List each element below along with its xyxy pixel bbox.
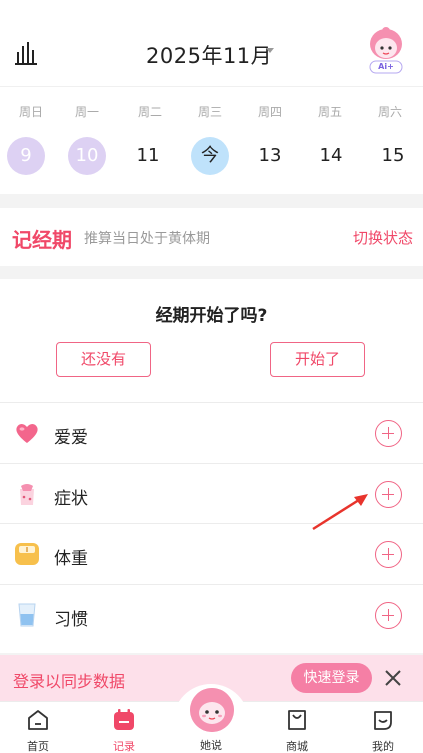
day-cell[interactable]: 11 <box>129 137 167 175</box>
day-cell[interactable]: 10 <box>68 137 106 175</box>
add-love-button[interactable] <box>375 420 402 447</box>
week-strip: 周日 周一 周二 周三 周四 周五 周六 9 10 11 今 13 14 15 <box>0 86 423 194</box>
not-yet-button[interactable]: 还没有 <box>56 342 151 377</box>
nav-item-mine[interactable]: 我的 <box>353 702 413 753</box>
day-cell-today[interactable]: 今 <box>191 137 229 175</box>
nav-label: 她说 <box>200 739 222 752</box>
add-weight-button[interactable] <box>375 541 402 568</box>
stats-icon[interactable] <box>12 40 38 66</box>
month-title[interactable]: 2025年11月 <box>146 40 272 70</box>
nav-item-mall[interactable]: 商城 <box>267 702 327 753</box>
annotation-arrow-icon <box>312 494 368 531</box>
list-item-love[interactable]: 爱爱 <box>0 403 423 463</box>
weekday-label: 周日 <box>18 105 43 119</box>
day-cell[interactable]: 15 <box>374 137 412 175</box>
list-item-weight[interactable]: 体重 <box>0 524 423 584</box>
item-label: 习惯 <box>54 610 88 630</box>
list-item-habit[interactable]: 习惯 <box>0 585 423 645</box>
heart-icon <box>16 424 38 443</box>
profile-icon <box>374 711 392 730</box>
record-card: 经期开始了吗? 还没有 开始了 爱爱 症状 体重 习惯 <box>0 279 423 653</box>
nav-label: 首页 <box>27 740 49 753</box>
period-question: 经期开始了吗? <box>155 306 268 326</box>
scale-icon <box>15 543 39 565</box>
add-habit-button[interactable] <box>375 602 402 629</box>
shopping-bag-icon <box>288 710 306 730</box>
header: 2025年11月 Ai+ <box>0 0 423 86</box>
ai-badge-label: Ai+ <box>378 62 394 71</box>
started-button[interactable]: 开始了 <box>270 342 365 377</box>
quick-login-button[interactable]: 快速登录 <box>291 663 372 693</box>
weekday-label: 周六 <box>377 105 402 119</box>
day-cell[interactable]: 14 <box>312 137 350 175</box>
mascot-icon <box>190 688 234 732</box>
day-cell[interactable]: 9 <box>7 137 45 175</box>
item-label: 爱爱 <box>54 428 88 448</box>
symptom-icon <box>20 484 34 505</box>
nav-item-record[interactable]: 记录 <box>94 702 154 753</box>
app-screen: 2025年11月 Ai+ 周日 周一 周二 周三 周四 周五 周六 9 10 1… <box>0 0 423 753</box>
weekday-label: 周一 <box>74 105 99 119</box>
nav-label: 商城 <box>286 740 308 753</box>
she-says-avatar-icon[interactable] <box>190 688 234 732</box>
chevron-down-icon[interactable] <box>266 48 274 53</box>
nav-label: 我的 <box>372 740 394 753</box>
water-cup-icon <box>18 603 36 627</box>
login-prompt: 登录以同步数据 <box>13 672 126 691</box>
ai-assistant-avatar[interactable]: Ai+ <box>366 26 406 76</box>
nav-label: 记录 <box>113 740 135 753</box>
weekday-label: 周二 <box>137 105 162 119</box>
item-label: 体重 <box>54 549 88 569</box>
weekday-label: 周五 <box>317 105 342 119</box>
weekday-label: 周四 <box>257 105 282 119</box>
add-symptom-button[interactable] <box>375 481 402 508</box>
day-cell[interactable]: 13 <box>251 137 289 175</box>
item-label: 症状 <box>54 489 88 509</box>
switch-state-button[interactable]: 切换状态 <box>353 227 413 248</box>
close-icon[interactable] <box>382 667 404 689</box>
nav-item-home[interactable]: 首页 <box>8 702 68 753</box>
period-subtitle: 推算当日处于黄体期 <box>84 231 210 247</box>
period-section: 记经期 推算当日处于黄体期 切换状态 <box>0 208 423 266</box>
period-title: 记经期 <box>12 228 72 252</box>
calendar-icon <box>114 709 134 730</box>
weekday-label: 周三 <box>197 105 222 119</box>
home-icon <box>28 710 48 730</box>
